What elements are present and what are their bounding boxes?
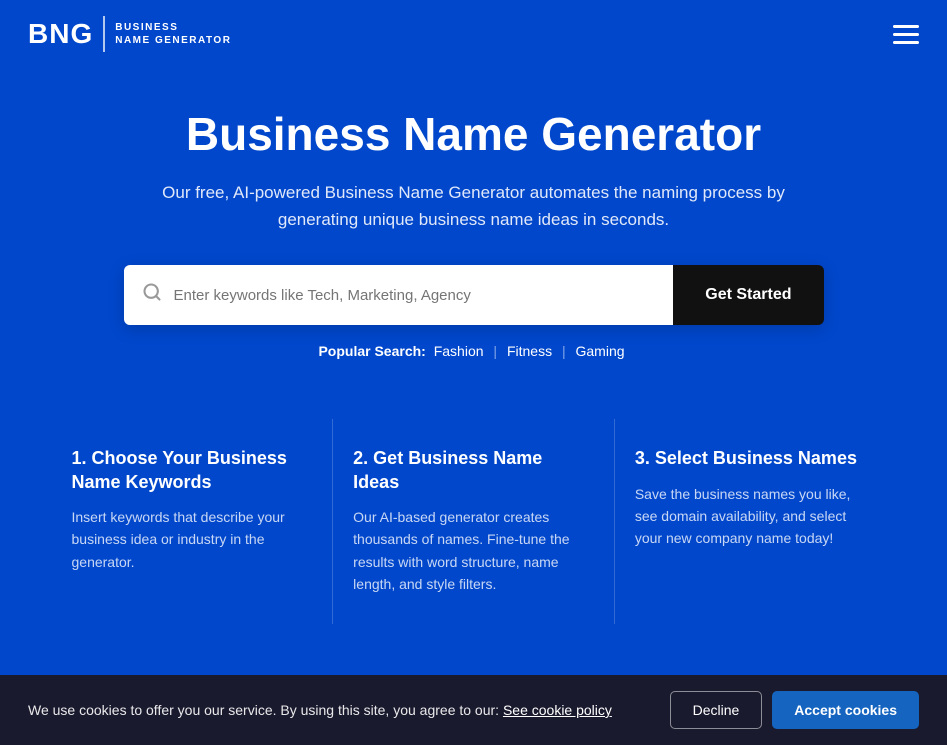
steps-section: 1. Choose Your Business Name Keywords In… bbox=[24, 419, 924, 623]
step-3-description: Save the business names you like, see do… bbox=[635, 483, 868, 550]
hamburger-menu-icon[interactable] bbox=[893, 25, 919, 44]
search-input-area bbox=[124, 265, 674, 325]
hero-section: Business Name Generator Our free, AI-pow… bbox=[0, 68, 947, 419]
site-header: BNG BUSINESS NAME GENERATOR bbox=[0, 0, 947, 68]
popular-search-fashion[interactable]: Fashion bbox=[434, 343, 484, 359]
step-1-title: 1. Choose Your Business Name Keywords bbox=[72, 447, 305, 494]
step-card-3: 3. Select Business Names Save the busine… bbox=[615, 419, 896, 623]
search-icon bbox=[142, 282, 162, 308]
hero-subtitle: Our free, AI-powered Business Name Gener… bbox=[134, 179, 814, 233]
accept-cookies-button[interactable]: Accept cookies bbox=[772, 691, 919, 729]
logo-divider bbox=[103, 16, 105, 52]
step-2-description: Our AI-based generator creates thousands… bbox=[353, 506, 586, 596]
hero-title: Business Name Generator bbox=[120, 108, 827, 161]
logo[interactable]: BNG BUSINESS NAME GENERATOR bbox=[28, 16, 231, 52]
logo-subtitle: BUSINESS NAME GENERATOR bbox=[115, 21, 231, 47]
step-card-2: 2. Get Business Name Ideas Our AI-based … bbox=[333, 419, 615, 623]
cookie-buttons: Decline Accept cookies bbox=[670, 691, 919, 729]
separator-2: | bbox=[562, 343, 566, 359]
get-started-button[interactable]: Get Started bbox=[673, 265, 823, 325]
decline-button[interactable]: Decline bbox=[670, 691, 763, 729]
keyword-search-input[interactable] bbox=[174, 267, 656, 324]
step-3-title: 3. Select Business Names bbox=[635, 447, 868, 470]
search-bar: Get Started bbox=[124, 265, 824, 325]
separator-1: | bbox=[493, 343, 497, 359]
cookie-policy-link[interactable]: See cookie policy bbox=[503, 702, 612, 718]
cookie-message: We use cookies to offer you our service.… bbox=[28, 702, 654, 718]
popular-search-label: Popular Search: bbox=[318, 343, 425, 359]
logo-bng-text: BNG bbox=[28, 18, 93, 50]
popular-search-gaming[interactable]: Gaming bbox=[576, 343, 625, 359]
cookie-banner: We use cookies to offer you our service.… bbox=[0, 675, 947, 745]
step-1-description: Insert keywords that describe your busin… bbox=[72, 506, 305, 573]
popular-search: Popular Search: Fashion | Fitness | Gami… bbox=[120, 343, 827, 359]
popular-search-fitness[interactable]: Fitness bbox=[507, 343, 552, 359]
step-card-1: 1. Choose Your Business Name Keywords In… bbox=[52, 419, 334, 623]
step-2-title: 2. Get Business Name Ideas bbox=[353, 447, 586, 494]
